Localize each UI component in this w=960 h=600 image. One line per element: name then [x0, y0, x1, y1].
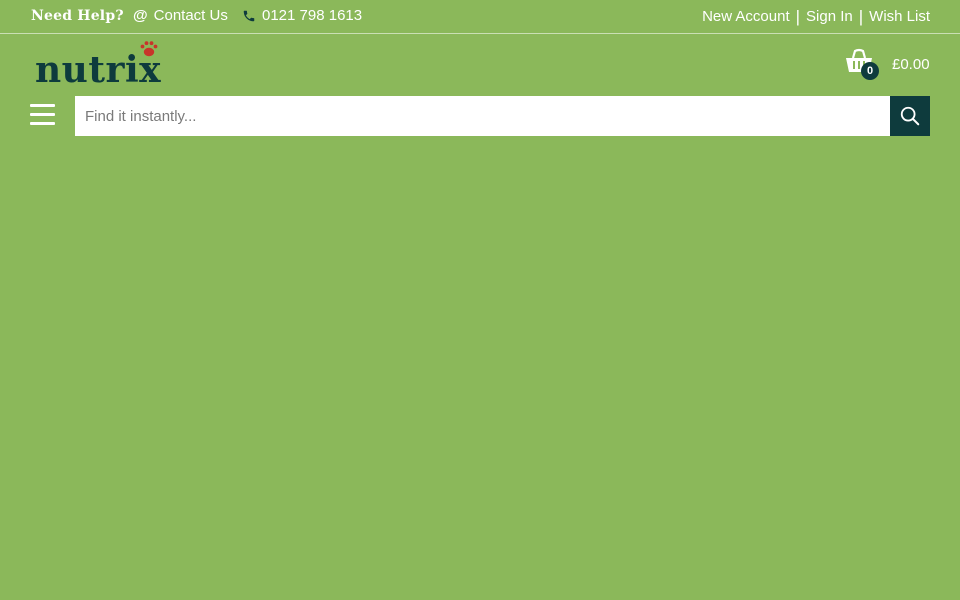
separator: |: [795, 7, 801, 26]
hamburger-icon: [30, 104, 55, 107]
sign-in-link[interactable]: Sign In: [806, 8, 853, 25]
contact-us-link[interactable]: @ Contact Us: [133, 7, 228, 24]
contact-us-label: Contact Us: [153, 7, 228, 24]
search-input[interactable]: [75, 96, 890, 136]
top-bar: Need Help? @ Contact Us 0121 798 1613 Ne…: [0, 0, 960, 34]
cart-count-badge: 0: [861, 62, 879, 80]
search-icon: [900, 106, 920, 126]
account-links: New Account | Sign In | Wish List: [702, 8, 930, 25]
hamburger-icon: [30, 113, 55, 116]
nutrix-logo-icon: nutrix: [35, 41, 161, 91]
at-icon: @: [133, 7, 148, 24]
hamburger-icon: [30, 122, 55, 125]
wish-list-link[interactable]: Wish List: [869, 8, 930, 25]
cart-total: £0.00: [892, 56, 930, 73]
svg-text:nutrix: nutrix: [35, 49, 161, 90]
site-logo[interactable]: nutrix: [33, 38, 193, 91]
page: Need Help? @ Contact Us 0121 798 1613 Ne…: [0, 0, 960, 600]
menu-button[interactable]: [30, 104, 55, 126]
phone-icon: [243, 10, 255, 21]
phone-link[interactable]: 0121 798 1613: [242, 7, 362, 24]
phone-number: 0121 798 1613: [262, 7, 363, 24]
separator: |: [858, 7, 864, 26]
cart-button[interactable]: 0 £0.00: [845, 48, 935, 82]
search-button[interactable]: [890, 96, 930, 136]
new-account-link[interactable]: New Account: [702, 8, 790, 25]
need-help-label: Need Help?: [31, 8, 124, 24]
